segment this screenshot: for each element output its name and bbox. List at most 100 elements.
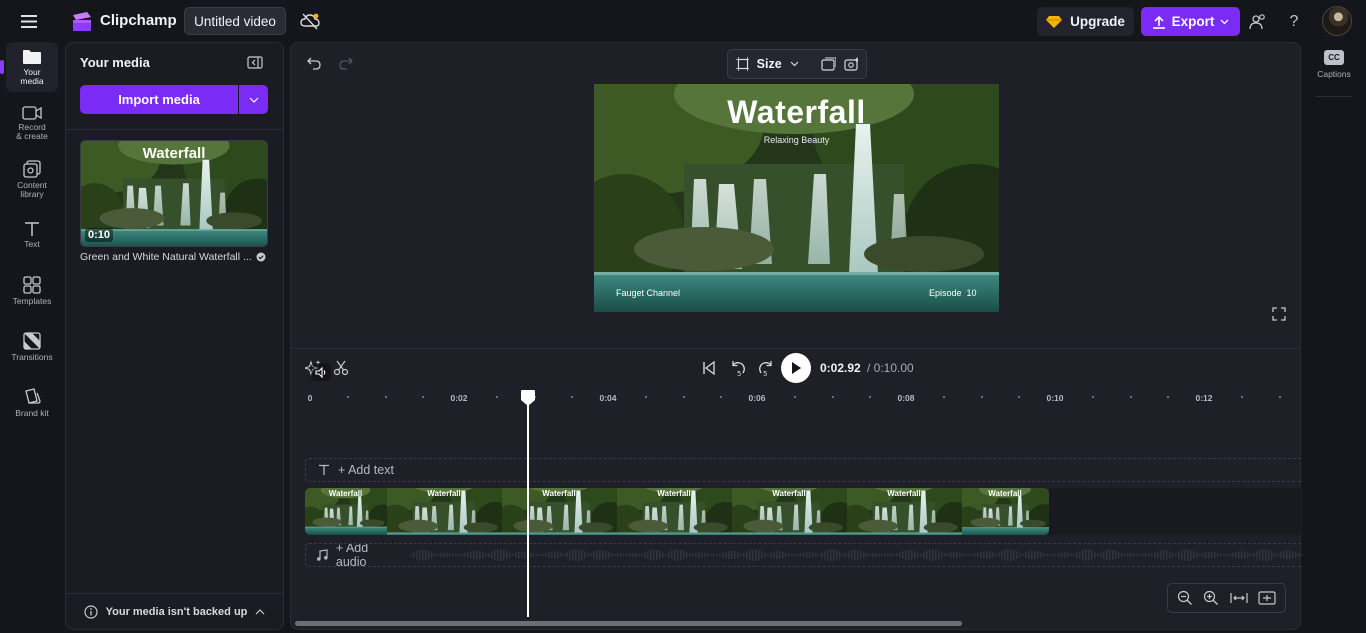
background-fill-icon[interactable] — [821, 57, 836, 71]
media-item-thumbnail[interactable]: Waterfall 0:10 — [80, 140, 268, 247]
waveform-bar — [529, 552, 532, 558]
playhead-knob-icon — [520, 390, 535, 406]
top-bar: Clipchamp Untitled video Upgrade Export … — [0, 0, 1366, 42]
zoom-out-icon[interactable] — [1177, 590, 1193, 606]
waveform-bar — [865, 553, 868, 557]
waveform-bar — [709, 553, 712, 557]
fullscreen-button[interactable] — [1270, 305, 1288, 323]
waveform-bar — [766, 553, 769, 557]
collapse-panel-button[interactable] — [244, 53, 266, 71]
waveform-bar — [1060, 552, 1063, 558]
play-button[interactable] — [781, 353, 811, 383]
redo-button[interactable] — [335, 53, 357, 73]
waveform-bar — [1168, 551, 1171, 559]
ruler-dot — [794, 396, 797, 398]
waveform-bar — [442, 552, 445, 558]
zoom-in-icon[interactable] — [1203, 590, 1219, 606]
waveform-bar — [1288, 550, 1291, 560]
ruler-dot — [980, 396, 983, 398]
ruler-dot — [1166, 396, 1169, 398]
hamburger-menu-button[interactable] — [14, 10, 44, 32]
divider — [1316, 96, 1352, 97]
rail-templates[interactable]: Templates — [6, 266, 58, 316]
waveform-bar — [724, 551, 727, 559]
waveform-bar — [997, 552, 1000, 558]
waveform-bar — [829, 549, 832, 561]
waveform-bar — [1255, 551, 1258, 559]
waveform-bar — [805, 552, 808, 558]
waveform-bar — [976, 552, 979, 558]
waveform-bar — [736, 551, 739, 559]
video-preview[interactable]: Waterfall Relaxing Beauty Fauget Channel… — [594, 84, 999, 312]
waveform-bar — [967, 553, 970, 557]
waveform-bar — [796, 553, 799, 557]
mute-clip-button[interactable] — [311, 363, 331, 381]
captions-button[interactable]: CC Captions — [1309, 50, 1359, 96]
waveform-bar — [1174, 553, 1177, 557]
user-avatar[interactable] — [1322, 6, 1352, 36]
backup-notice[interactable]: Your media isn't backed up — [66, 593, 283, 629]
fit-timeline-icon[interactable] — [1258, 591, 1276, 605]
waveform-bar — [844, 552, 847, 558]
waveform-bar — [763, 552, 766, 558]
size-dropdown[interactable]: Size — [757, 57, 782, 71]
waveform-bar — [1249, 553, 1252, 557]
time-ruler[interactable]: 0 0:02 0:04 0:06 0:08 0:10 0:12 — [303, 389, 1293, 405]
hamburger-icon — [21, 14, 37, 28]
ai-enhance-icon[interactable] — [843, 57, 858, 71]
waveform-bar — [1018, 552, 1021, 558]
audio-waveform-placeholder — [409, 549, 1302, 561]
rail-text[interactable]: Text — [6, 210, 58, 260]
waveform-bar — [1102, 551, 1105, 559]
waveform-bar — [496, 549, 499, 561]
skip-to-start-button[interactable] — [699, 359, 719, 377]
templates-icon — [23, 276, 41, 294]
waveform-bar — [1120, 553, 1123, 557]
share-button[interactable] — [1246, 10, 1270, 34]
rail-record-create[interactable]: Record & create — [6, 98, 58, 148]
waveform-bar — [949, 552, 952, 558]
rail-transitions[interactable]: Transitions — [6, 322, 58, 372]
waveform-bar — [436, 553, 439, 557]
rail-brand-kit[interactable]: Brand kit — [6, 378, 58, 428]
cloud-sync-button[interactable] — [298, 9, 322, 33]
help-button[interactable]: ? — [1283, 10, 1305, 34]
export-button[interactable]: Export — [1141, 7, 1240, 36]
waveform-bar — [1075, 552, 1078, 558]
rail-your-media[interactable]: Your media — [6, 42, 58, 92]
import-media-button[interactable]: Import media — [80, 85, 238, 114]
waveform-bar — [508, 552, 511, 558]
fit-to-width-icon[interactable] — [1230, 591, 1248, 605]
waveform-bar — [667, 552, 670, 558]
waveform-bar — [1213, 552, 1216, 558]
add-text-track[interactable]: + Add text — [305, 458, 1302, 482]
waveform-bar — [1210, 551, 1213, 559]
playhead-handle[interactable] — [520, 389, 536, 407]
forward-5s-button[interactable]: 5 — [755, 359, 777, 379]
waveform-bar — [586, 553, 589, 557]
rail-content-library[interactable]: Content library — [6, 154, 58, 204]
waveform-bar — [1084, 549, 1087, 561]
waveform-bar — [1072, 553, 1075, 557]
waveform-bar — [799, 553, 802, 557]
cloud-off-icon — [300, 13, 320, 30]
split-button[interactable] — [331, 359, 351, 377]
waveform-bar — [562, 553, 565, 557]
timeline-scrollbar[interactable] — [295, 621, 962, 626]
add-audio-track[interactable]: + Add audio — [305, 543, 1302, 567]
waveform-bar — [1147, 553, 1150, 557]
media-panel-title: Your media — [80, 55, 150, 70]
waveform-bar — [901, 551, 904, 559]
video-clip[interactable]: Waterfall Waterfall Waterfall Waterfall Wate… — [305, 488, 1049, 535]
waveform-bar — [415, 550, 418, 560]
import-options-dropdown[interactable] — [239, 85, 268, 114]
upgrade-button[interactable]: Upgrade — [1037, 7, 1134, 36]
waveform-bar — [1279, 551, 1282, 559]
project-title-field[interactable]: Untitled video — [184, 7, 286, 35]
undo-button[interactable] — [303, 53, 325, 73]
waveform-bar — [733, 551, 736, 559]
waveform-bar — [1264, 549, 1267, 561]
rewind-5s-button[interactable]: 5 — [727, 359, 749, 379]
waveform-bar — [598, 550, 601, 560]
music-note-icon — [317, 549, 328, 561]
